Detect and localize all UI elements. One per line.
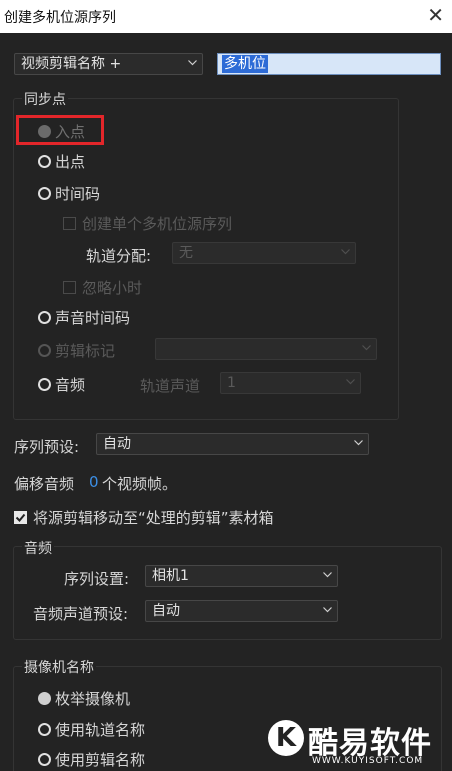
- radio-audio[interactable]: 音频: [38, 374, 85, 395]
- radio-enumerate-cameras[interactable]: 枚举摄像机: [38, 688, 130, 709]
- sequence-preset-value: 自动: [103, 436, 131, 452]
- sequence-settings-value: 相机1: [152, 568, 189, 584]
- radio-track-name-label: 使用轨道名称: [55, 721, 146, 739]
- title-bar: 创建多机位源序列 ✕: [0, 0, 452, 33]
- name-source-dropdown[interactable]: 视频剪辑名称 +: [14, 53, 203, 75]
- checkbox-box: [14, 511, 27, 524]
- radio-out-point[interactable]: 出点: [38, 151, 85, 172]
- radio-clip-name-label: 使用剪辑名称: [55, 751, 146, 769]
- checkmark-icon: [15, 513, 26, 522]
- radio-audio-timecode[interactable]: 声音时间码: [38, 307, 130, 328]
- name-source-value: 视频剪辑名称 +: [21, 56, 122, 72]
- checkbox-box: [63, 217, 76, 230]
- create-single-label: 创建单个多机位源序列: [82, 215, 233, 233]
- track-assign-value: 无: [179, 245, 193, 261]
- radio-circle: [38, 753, 51, 766]
- chevron-down-icon: [323, 572, 332, 580]
- ignore-hours-checkbox[interactable]: 忽略小时: [63, 277, 142, 298]
- radio-timecode[interactable]: 时间码: [38, 183, 100, 204]
- camera-names-label: 摄像机名称: [22, 657, 96, 677]
- track-channel-value: 1: [227, 375, 236, 391]
- sequence-settings-label: 序列设置:: [64, 570, 130, 588]
- radio-use-track-name[interactable]: 使用轨道名称: [38, 719, 145, 740]
- sequence-preset-dropdown[interactable]: 自动: [96, 433, 369, 455]
- channel-preset-label: 音频声道预设:: [33, 605, 129, 623]
- sequence-name-selection: 多机位: [222, 55, 268, 73]
- track-assign-label: 轨道分配:: [86, 247, 152, 265]
- chevron-down-icon: [346, 379, 355, 387]
- watermark: K 酷易软件园 WWW.KUYISOFT.COM: [268, 718, 452, 771]
- watermark-logo-icon: K: [268, 720, 304, 756]
- radio-out-point-label: 出点: [55, 153, 86, 171]
- radio-use-clip-name[interactable]: 使用剪辑名称: [38, 749, 145, 770]
- offset-audio-prefix: 偏移音频: [14, 475, 75, 493]
- sequence-preset-label: 序列预设:: [14, 438, 80, 456]
- ignore-hours-label: 忽略小时: [82, 279, 143, 297]
- track-assign-dropdown[interactable]: 无: [172, 242, 356, 264]
- close-icon[interactable]: ✕: [427, 3, 444, 27]
- watermark-url: WWW.KUYISOFT.COM: [312, 756, 424, 766]
- audio-group: [13, 546, 442, 640]
- radio-audio-label: 音频: [55, 376, 86, 394]
- sync-point-label: 同步点: [22, 89, 68, 109]
- radio-circle: [38, 723, 51, 736]
- radio-circle: [38, 344, 51, 357]
- move-clips-label: 将源剪辑移动至“处理的剪辑”素材箱: [33, 509, 274, 527]
- radio-audio-timecode-label: 声音时间码: [55, 309, 131, 327]
- radio-circle: [38, 187, 51, 200]
- clip-marker-dropdown[interactable]: [155, 338, 377, 360]
- chevron-down-icon: [362, 345, 371, 353]
- radio-circle: [38, 155, 51, 168]
- chevron-down-icon: [354, 440, 363, 448]
- radio-clip-marker[interactable]: 剪辑标记: [38, 340, 115, 361]
- channel-preset-dropdown[interactable]: 自动: [145, 600, 338, 622]
- chevron-down-icon: [341, 249, 350, 257]
- channel-preset-value: 自动: [152, 603, 180, 619]
- radio-circle: [38, 378, 51, 391]
- offset-audio-suffix: 个视频帧。: [102, 475, 178, 493]
- radio-enumerate-label: 枚举摄像机: [55, 690, 131, 708]
- radio-timecode-label: 时间码: [55, 185, 101, 203]
- highlight-box: [16, 115, 104, 145]
- chevron-down-icon: [323, 607, 332, 615]
- move-clips-checkbox[interactable]: 将源剪辑移动至“处理的剪辑”素材箱: [14, 507, 274, 528]
- sequence-settings-dropdown[interactable]: 相机1: [145, 565, 338, 587]
- audio-group-label: 音频: [22, 538, 54, 558]
- track-channel-dropdown[interactable]: 1: [220, 372, 361, 394]
- radio-clip-marker-label: 剪辑标记: [55, 342, 116, 360]
- offset-audio-value[interactable]: 0: [89, 473, 99, 491]
- radio-circle: [38, 692, 51, 705]
- checkbox-box: [63, 281, 76, 294]
- window-title: 创建多机位源序列: [4, 10, 116, 26]
- sequence-name-field[interactable]: 多机位: [217, 53, 441, 75]
- create-single-checkbox[interactable]: 创建单个多机位源序列: [63, 213, 232, 234]
- radio-circle: [38, 311, 51, 324]
- track-channel-label: 轨道声道: [140, 377, 201, 395]
- chevron-down-icon: [188, 60, 197, 68]
